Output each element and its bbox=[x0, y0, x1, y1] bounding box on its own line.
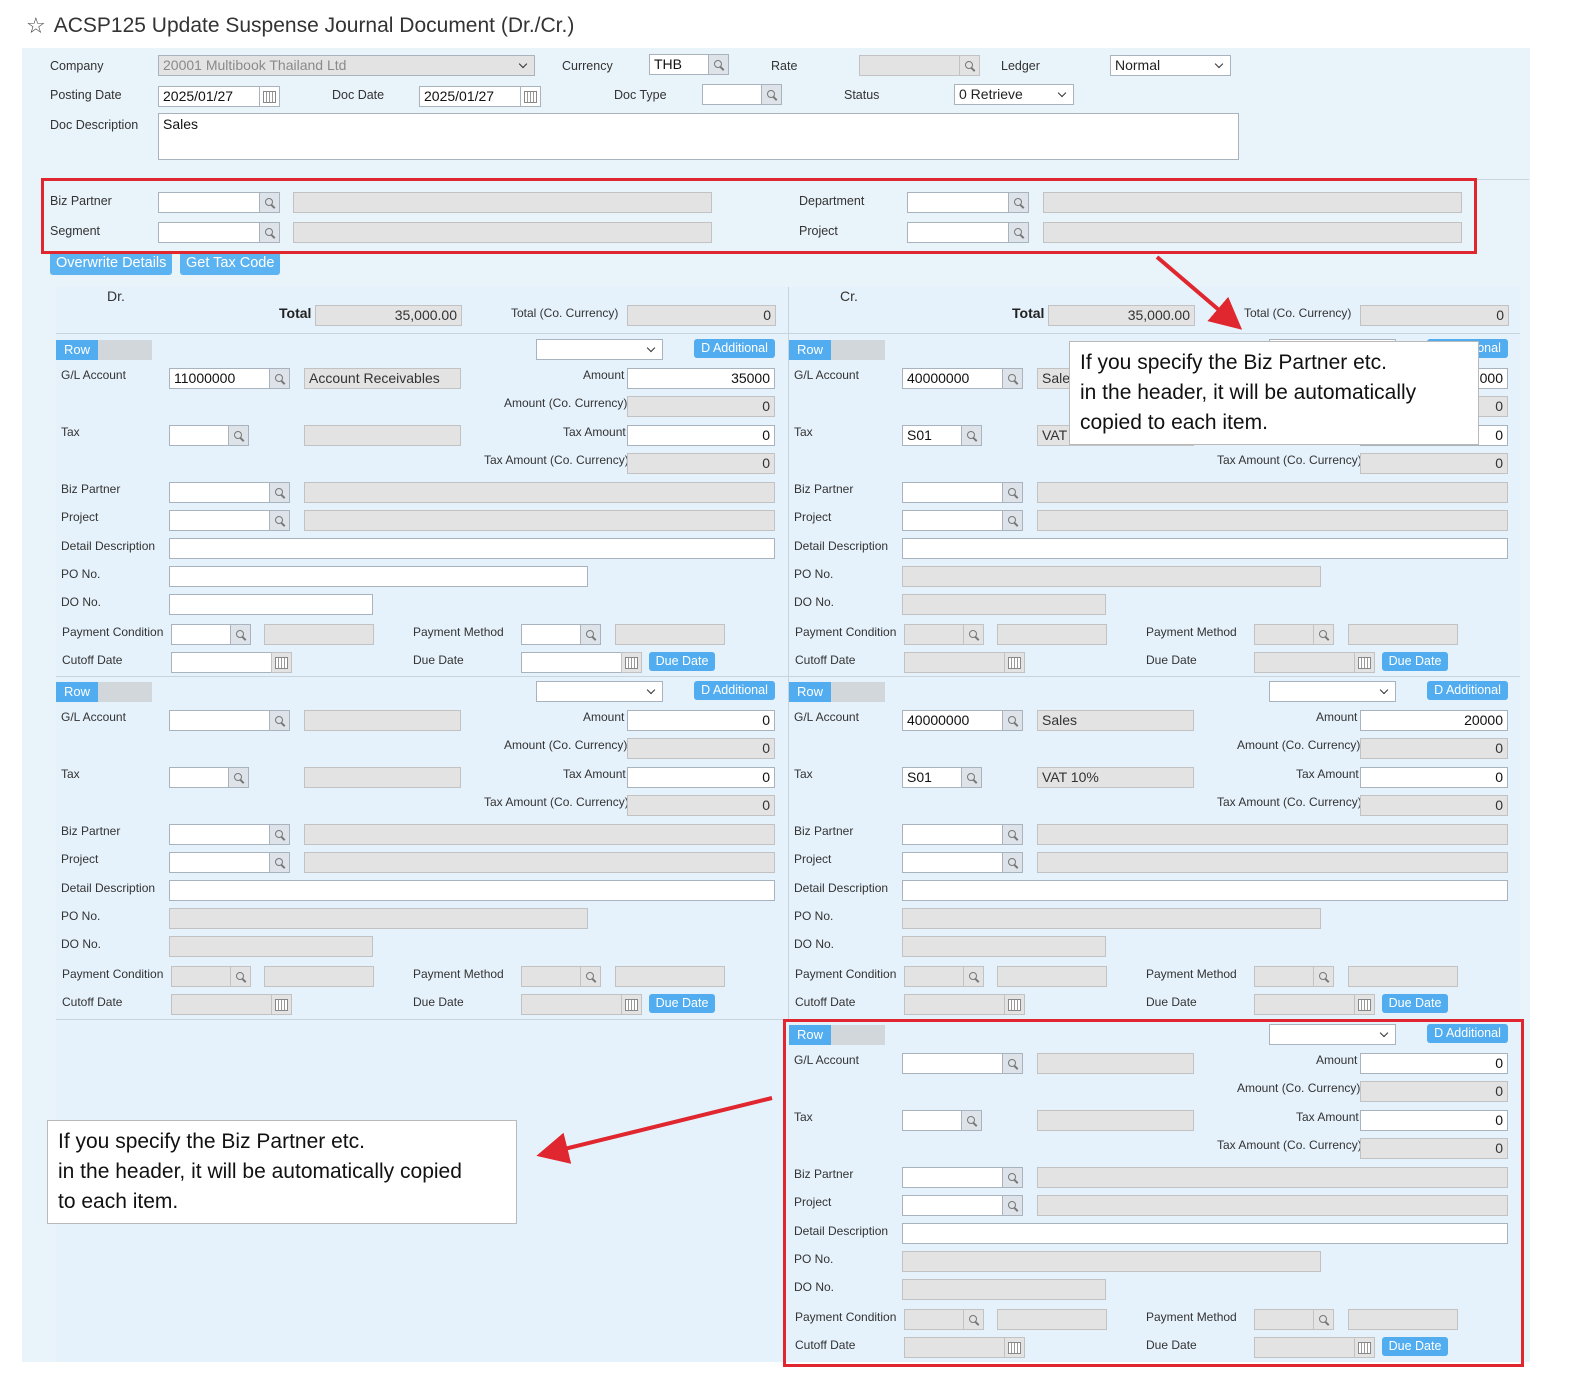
arrow-to-bottom-note bbox=[536, 1096, 773, 1164]
annotation-arrows bbox=[536, 255, 1243, 1164]
arrow-to-top-note bbox=[1155, 255, 1243, 330]
